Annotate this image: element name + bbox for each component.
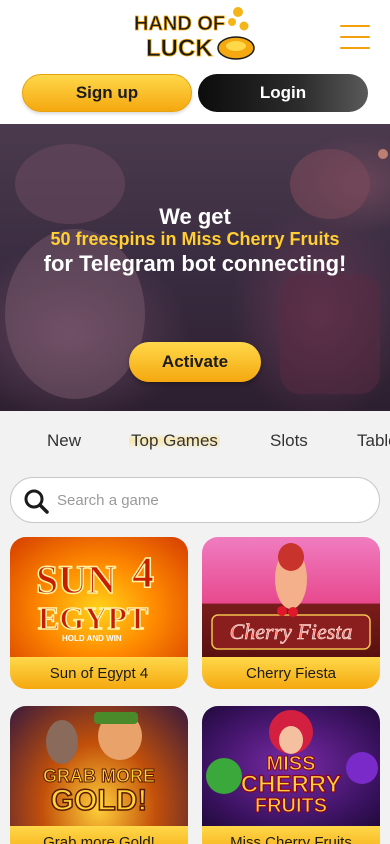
art-title-line1: SUN xyxy=(36,557,116,602)
search-bar xyxy=(10,477,380,523)
auth-bar: Sign up Login xyxy=(0,72,390,124)
tab-top-games[interactable]: Top Games xyxy=(129,431,220,451)
logo-line1: HAND OF xyxy=(134,13,225,35)
game-title: Miss Cherry Fruits xyxy=(202,826,380,844)
tab-new[interactable]: New xyxy=(47,431,81,451)
header: HAND OF LUCK xyxy=(0,0,390,72)
art-title-line2: GOLD! xyxy=(51,784,148,817)
game-thumbnail: MISS CHERRY FRUITS xyxy=(202,706,380,826)
game-card-grab-more-gold[interactable]: GRAB MORE GOLD! Grab more Gold! xyxy=(10,706,188,844)
logo-line2: LUCK xyxy=(146,35,213,62)
banner-offer: 50 freespins in Miss Cherry Fruits xyxy=(50,229,340,249)
game-card-cherry-fiesta[interactable]: Cherry Fiesta Cherry Fiesta xyxy=(202,537,380,689)
game-card-sun-of-egypt-4[interactable]: SUN 4 EGYPT HOLD AND WIN Sun of Egypt 4 xyxy=(10,537,188,689)
art-title-line3: FRUITS xyxy=(255,795,327,817)
game-thumbnail: GRAB MORE GOLD! xyxy=(10,706,188,826)
game-card-miss-cherry-fruits[interactable]: MISS CHERRY FRUITS Miss Cherry Fruits xyxy=(202,706,380,844)
menu-button[interactable] xyxy=(340,22,370,52)
search-icon[interactable] xyxy=(23,488,49,514)
hamburger-menu-icon xyxy=(340,25,370,27)
sign-up-button[interactable]: Sign up xyxy=(22,74,192,112)
game-thumbnail: Cherry Fiesta xyxy=(202,537,380,657)
search-input[interactable] xyxy=(57,486,357,514)
category-tabs: New Top Games Slots Table xyxy=(0,420,390,464)
game-title: Cherry Fiesta xyxy=(202,657,380,689)
game-title: Sun of Egypt 4 xyxy=(10,657,188,689)
tab-slots[interactable]: Slots xyxy=(270,431,308,451)
login-button[interactable]: Login xyxy=(198,74,368,112)
art-title: Cherry Fiesta xyxy=(230,619,353,644)
art-tagline: HOLD AND WIN xyxy=(62,634,122,643)
art-title-number: 4 xyxy=(132,548,154,597)
art-title-line1: GRAB MORE xyxy=(43,766,155,786)
game-thumbnail: SUN 4 EGYPT HOLD AND WIN xyxy=(10,537,188,657)
tab-table[interactable]: Table xyxy=(357,431,390,451)
banner-headline: We get xyxy=(159,204,231,229)
promo-banner: We get 50 freespins in Miss Cherry Fruit… xyxy=(0,124,390,411)
hand-of-luck-logo[interactable]: HAND OF LUCK xyxy=(128,4,260,64)
game-title: Grab more Gold! xyxy=(10,826,188,844)
art-title-line2: CHERRY xyxy=(241,771,341,798)
banner-subline: for Telegram bot connecting! xyxy=(43,251,347,276)
art-title-line2: EGYPT xyxy=(38,600,148,636)
activate-button[interactable]: Activate xyxy=(129,342,261,382)
